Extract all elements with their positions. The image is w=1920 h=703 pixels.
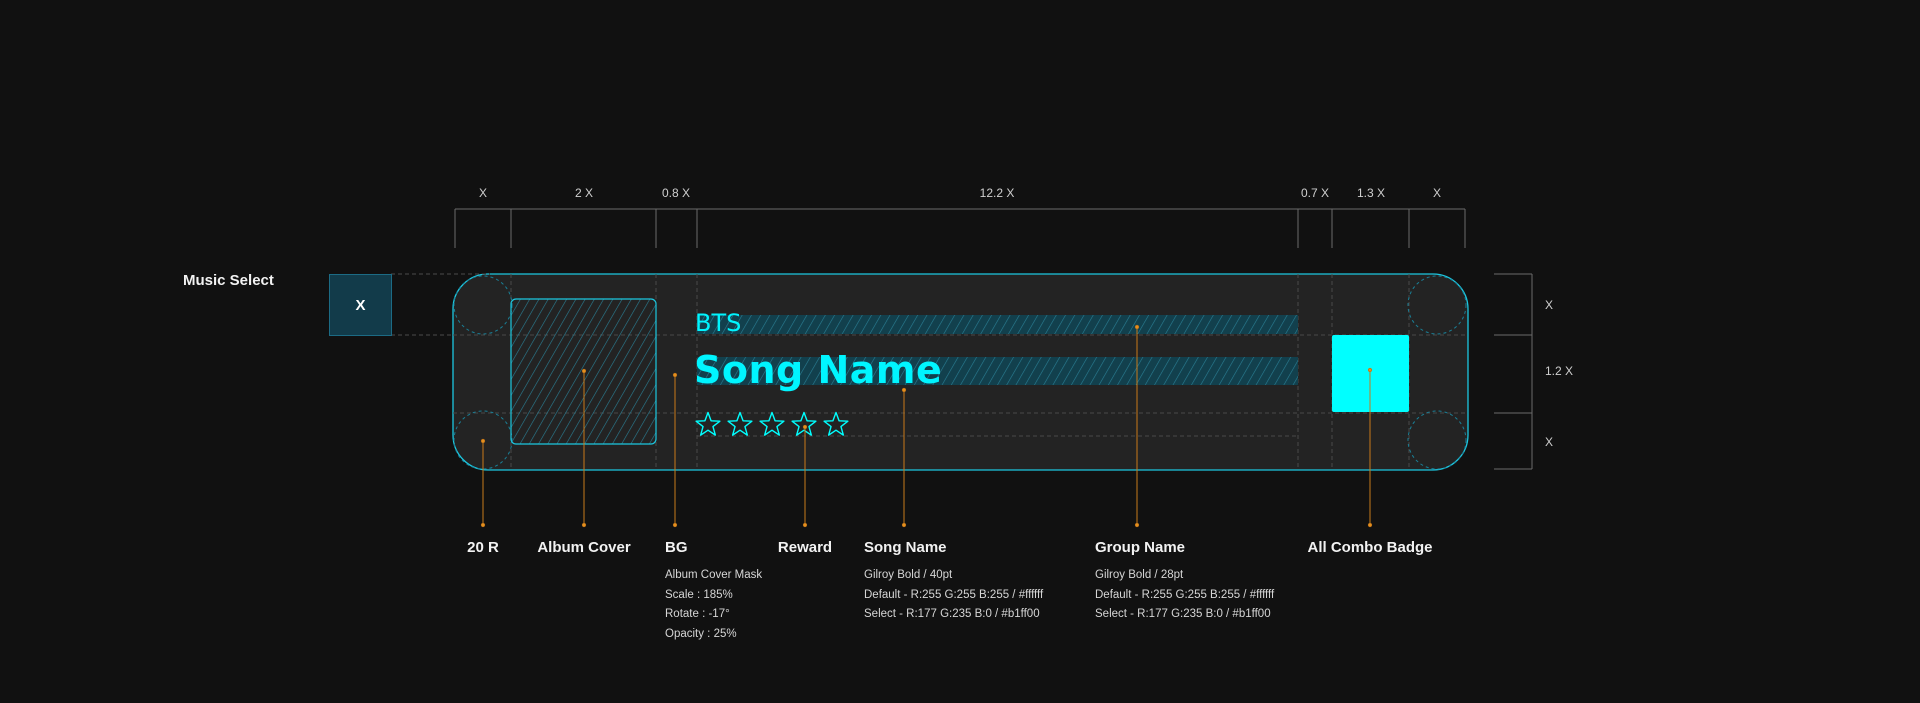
top-dimension-bracket (454, 208, 1466, 248)
dim-label: 0.8 X (661, 186, 691, 200)
spec-line: Default - R:255 G:255 B:255 / #ffffff (864, 588, 1044, 601)
song-title: Song Name (694, 348, 943, 392)
callout-corner-radius: 20 R (467, 539, 499, 556)
side-dimension-bracket (1494, 273, 1533, 470)
song-name-specs: Gilroy Bold / 40pt Default - R:255 G:255… (864, 566, 1043, 625)
side-dim-label: X (1545, 435, 1554, 449)
spec-line: Gilroy Bold / 28pt (1095, 569, 1184, 581)
spec-line: Scale : 185% (665, 588, 733, 601)
spec-line: Select - R:177 G:235 B:0 / #b1ff00 (864, 608, 1040, 620)
spec-line: Album Cover Mask (665, 569, 763, 581)
group-name-bar-hatch (697, 315, 1298, 334)
bg-specs: Album Cover Mask Scale : 185% Rotate : -… (665, 566, 762, 644)
spec-line: Select - R:177 G:235 B:0 / #b1ff00 (1095, 608, 1271, 620)
group-name-specs: Gilroy Bold / 28pt Default - R:255 G:255… (1095, 566, 1274, 625)
spec-line: Rotate : -17° (665, 608, 730, 620)
callout-album-cover: Album Cover (537, 539, 631, 556)
section-title: Music Select (183, 272, 274, 289)
unit-box: X (329, 274, 392, 336)
artist-name: BTS (695, 309, 742, 337)
callout-song-name: Song Name (864, 539, 947, 556)
callout-bg: BG (665, 539, 688, 556)
spec-sheet: Music Select X X 2 X 0.8 X 12.2 X 0.7 X … (0, 0, 1920, 703)
dim-label: X (1432, 186, 1441, 200)
callout-reward: Reward (777, 539, 833, 556)
dim-label: 12.2 X (979, 186, 1015, 200)
spec-line: Default - R:255 G:255 B:255 / #ffffff (1095, 588, 1275, 601)
spec-line: Opacity : 25% (665, 627, 737, 640)
dim-label: 2 X (574, 186, 593, 200)
callout-all-combo-badge: All Combo Badge (1307, 539, 1433, 556)
side-dim-label: X (1545, 298, 1554, 312)
side-dim-label: 1.2 X (1545, 364, 1574, 378)
callout-group-name: Group Name (1095, 539, 1186, 556)
dim-label: X (478, 186, 487, 200)
spec-line: Gilroy Bold / 40pt (864, 569, 953, 581)
